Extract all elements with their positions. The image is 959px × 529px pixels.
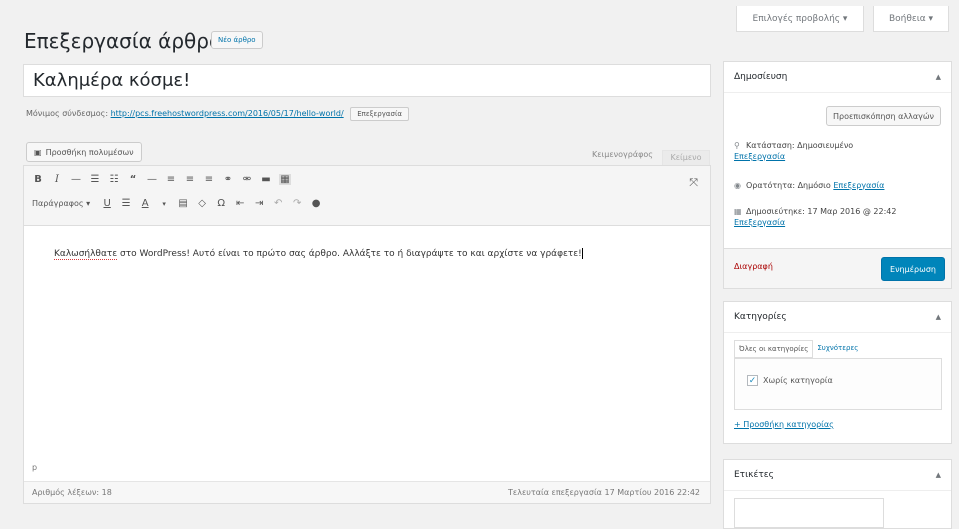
text-caret: [581, 248, 583, 259]
strikethrough-icon[interactable]: —: [70, 174, 82, 185]
help-icon[interactable]: ●: [310, 198, 322, 209]
visibility-edit-link[interactable]: Επεξεργασία: [833, 181, 884, 190]
media-icon: ▣: [34, 147, 42, 157]
delete-link[interactable]: Διαγραφή: [734, 262, 773, 271]
add-media-button[interactable]: ▣ Προσθήκη πολυμέσων: [26, 142, 142, 162]
special-character-icon[interactable]: Ω: [215, 198, 227, 209]
category-list: ✓ Χωρίς κατηγορία: [734, 358, 942, 410]
read-more-icon[interactable]: ▬: [260, 174, 272, 185]
indent-icon[interactable]: ⇥: [253, 198, 265, 209]
post-status: ⚲ Κατάσταση: Δημοσιευμένο Επεξεργασία: [734, 140, 944, 162]
link-icon[interactable]: ⚭: [222, 174, 234, 185]
format-select[interactable]: Παράγραφος ▾: [32, 199, 94, 208]
unlink-icon[interactable]: ⚮: [241, 174, 253, 185]
blockquote-icon[interactable]: “: [127, 174, 139, 185]
calendar-icon: ▦: [734, 207, 742, 216]
collapse-icon[interactable]: ▲: [936, 302, 941, 332]
publish-actions: Διαγραφή Ενημέρωση: [724, 248, 951, 288]
distraction-free-icon[interactable]: ⤧: [689, 176, 698, 190]
permalink-url[interactable]: http://pcs.freehostwordpress.com/2016/05…: [111, 109, 344, 118]
redo-icon[interactable]: ↷: [291, 198, 303, 209]
tab-popular-categories[interactable]: Συχνότερες: [813, 340, 862, 358]
align-center-icon[interactable]: ≡: [184, 174, 196, 185]
categories-box: Κατηγορίες ▲ Όλες οι κατηγορίες Συχνότερ…: [723, 301, 952, 444]
text-color-icon[interactable]: A: [139, 198, 151, 209]
add-category-link[interactable]: + Προσθήκη κατηγορίας: [734, 420, 834, 429]
bold-icon[interactable]: B: [32, 174, 44, 185]
horizontal-line-icon[interactable]: —: [146, 174, 158, 185]
content-text: στο WordPress! Αυτό είναι το πρώτο σας ά…: [117, 249, 582, 259]
categories-box-title: Κατηγορίες: [734, 312, 787, 322]
tags-box-title: Ετικέτες: [734, 470, 774, 480]
outdent-icon[interactable]: ⇤: [234, 198, 246, 209]
status-edit-link[interactable]: Επεξεργασία: [734, 152, 785, 161]
collapse-icon[interactable]: ▲: [936, 460, 941, 490]
category-checkbox[interactable]: ✓: [747, 375, 758, 386]
visibility-label: Ορατότητα: Δημόσιο: [746, 181, 831, 190]
editor: B I — ☰ ☷ “ — ≡ ≡ ≡ ⚭ ⚮ ▬ ▦ Παράγραφος ▾…: [23, 165, 711, 504]
help-button[interactable]: Βοήθεια ▾: [873, 6, 949, 32]
publish-box-title: Δημοσίευση: [734, 72, 788, 82]
add-media-label: Προσθήκη πολυμέσων: [45, 147, 134, 157]
published-label: Δημοσιεύτηκε: 17 Μαρ 2016 @ 22:42: [746, 207, 897, 216]
permalink: Μόνιμος σύνδεσμος: http://pcs.freehostwo…: [26, 107, 409, 121]
tag-input[interactable]: [734, 498, 884, 528]
post-published-date: ▦ Δημοσιεύτηκε: 17 Μαρ 2016 @ 22:42 Επεξε…: [734, 206, 944, 228]
undo-icon[interactable]: ↶: [272, 198, 284, 209]
justify-icon[interactable]: ☰: [120, 198, 132, 209]
numbered-list-icon[interactable]: ☷: [108, 174, 120, 185]
toolbar-toggle-icon[interactable]: ▦: [279, 174, 291, 185]
word-count: Αριθμός λέξεων: 18: [32, 488, 112, 497]
post-title-input[interactable]: [23, 64, 711, 97]
align-left-icon[interactable]: ≡: [165, 174, 177, 185]
editor-toolbar: B I — ☰ ☷ “ — ≡ ≡ ≡ ⚭ ⚮ ▬ ▦ Παράγραφος ▾…: [24, 166, 710, 226]
status-icon: ⚲: [734, 141, 740, 150]
editor-content[interactable]: Καλωσήλθατε στο WordPress! Αυτό είναι το…: [54, 244, 614, 264]
last-edited: Τελευταία επεξεργασία 17 Μαρτίου 2016 22…: [508, 488, 700, 497]
status-label: Κατάσταση: Δημοσιευμένο: [746, 141, 854, 150]
paste-text-icon[interactable]: ▤: [177, 198, 189, 209]
new-post-button[interactable]: Νέο άρθρο: [211, 31, 263, 49]
page-title: Επεξεργασία άρθρου: [24, 29, 233, 53]
content-misspelled-word: Καλωσήλθατε: [54, 249, 118, 260]
publish-box: Δημοσίευση ▲ Προεπισκόπηση αλλαγών ⚲ Κατά…: [723, 61, 952, 289]
tab-all-categories[interactable]: Όλες οι κατηγορίες: [734, 340, 814, 358]
underline-icon[interactable]: U: [101, 198, 113, 209]
update-button[interactable]: Ενημέρωση: [881, 257, 945, 281]
italic-icon[interactable]: I: [51, 174, 63, 185]
editor-path: p: [32, 463, 38, 472]
category-label: Χωρίς κατηγορία: [763, 376, 833, 385]
permalink-label: Μόνιμος σύνδεσμος:: [26, 109, 109, 118]
list-item[interactable]: ✓ Χωρίς κατηγορία: [747, 375, 833, 386]
clear-formatting-icon[interactable]: ◇: [196, 198, 208, 209]
category-tabs: Όλες οι κατηγορίες Συχνότερες: [734, 340, 862, 358]
categories-box-header[interactable]: Κατηγορίες ▲: [724, 302, 951, 333]
post-visibility: ◉ Ορατότητα: Δημόσιο Επεξεργασία: [734, 180, 944, 191]
tags-box-header[interactable]: Ετικέτες ▲: [724, 460, 951, 491]
published-edit-link[interactable]: Επεξεργασία: [734, 218, 785, 227]
tags-box: Ετικέτες ▲: [723, 459, 952, 529]
permalink-edit-button[interactable]: Επεξεργασία: [350, 107, 409, 121]
visibility-icon: ◉: [734, 181, 741, 190]
publish-box-header[interactable]: Δημοσίευση ▲: [724, 62, 951, 93]
editor-statusbar: Αριθμός λέξεων: 18 Τελευταία επεξεργασία…: [24, 481, 710, 503]
bullet-list-icon[interactable]: ☰: [89, 174, 101, 185]
preview-changes-button[interactable]: Προεπισκόπηση αλλαγών: [825, 106, 941, 126]
text-color-dropdown-icon[interactable]: ▾: [158, 200, 170, 208]
collapse-icon[interactable]: ▲: [936, 62, 941, 92]
screen-options-button[interactable]: Επιλογές προβολής ▾: [736, 6, 864, 32]
align-right-icon[interactable]: ≡: [203, 174, 215, 185]
